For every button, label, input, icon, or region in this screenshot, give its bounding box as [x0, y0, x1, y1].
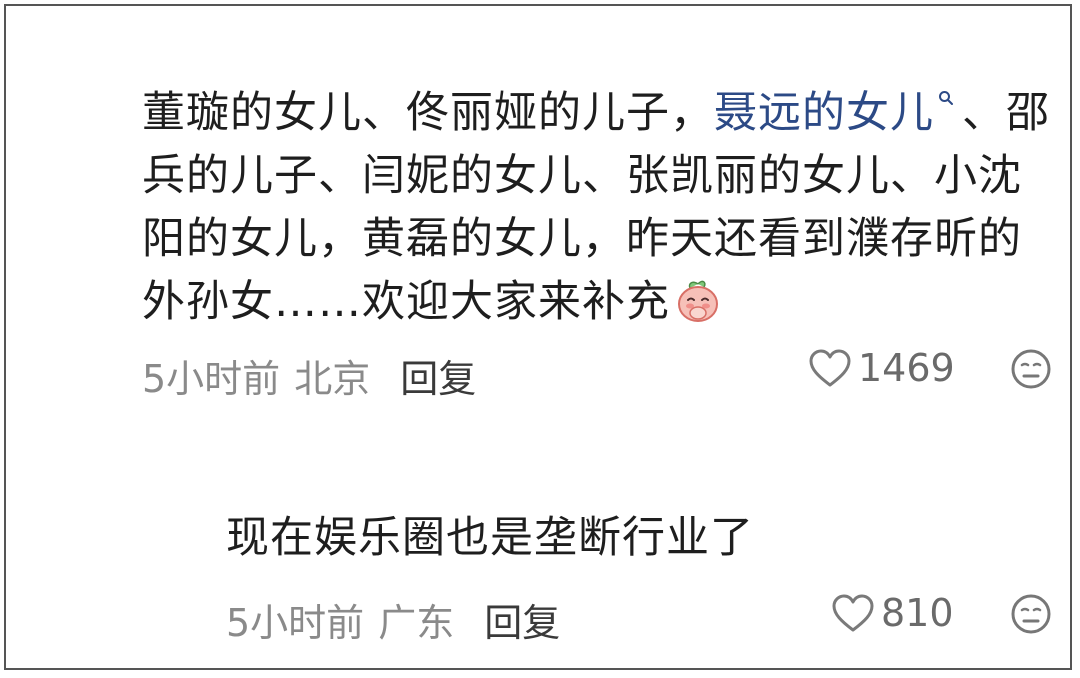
neutral-face-icon — [1011, 594, 1051, 634]
search-link-label: 聂远的女儿 — [714, 88, 934, 138]
like-button[interactable]: 810 — [831, 591, 954, 635]
search-link[interactable]: 聂远的女儿 — [714, 88, 962, 138]
reply-comment-text: 现在娱乐圈也是垄断行业了 — [226, 513, 754, 563]
reaction-button[interactable] — [1010, 348, 1052, 394]
like-count: 1469 — [858, 346, 955, 390]
comment-meta: 5小时前 北京 回复 — [142, 348, 476, 403]
reply-button[interactable]: 回复 — [400, 348, 476, 403]
heart-outline-icon — [832, 594, 874, 632]
comment-text: 董璇的女儿、佟丽娅的儿子，聂远的女儿 、邵兵的儿子、闫妮的女儿、张凯丽的女儿、小沈… — [142, 82, 1057, 334]
comment-location: 北京 — [294, 357, 371, 401]
neutral-face-icon — [1011, 349, 1051, 389]
search-icon — [938, 82, 956, 108]
reply-button[interactable]: 回复 — [484, 592, 560, 647]
comment-location: 广东 — [378, 601, 455, 645]
heart-outline-icon — [809, 349, 851, 387]
like-count: 810 — [881, 591, 954, 635]
reaction-button[interactable] — [1010, 593, 1052, 639]
peach-cover-mouth-emoji — [674, 276, 722, 324]
comment-text-before: 董璇的女儿、佟丽娅的儿子， — [142, 88, 714, 138]
comment-time: 5小时前 — [226, 601, 365, 645]
comment-time: 5小时前 — [142, 357, 281, 401]
comment-meta: 5小时前 广东 回复 — [226, 592, 560, 647]
like-button[interactable]: 1469 — [808, 346, 955, 390]
